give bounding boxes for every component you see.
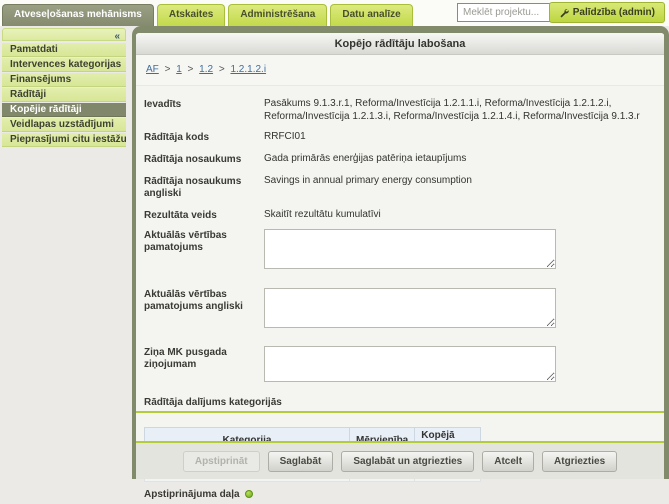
field-raditaja-kods: Rādītāja kods RRFCI01 [144,131,654,144]
breadcrumb-separator: > [219,64,225,75]
page-title: Kopējo rādītāju labošana [136,33,664,55]
saglabat-button[interactable]: Saglabāt [268,451,334,472]
field-value: Savings in annual primary energy consump… [264,175,654,200]
sidebar-menu: « Pamatdati Intervences kategorijas Fina… [0,26,128,148]
sidebar-item-pamatdati[interactable]: Pamatdati [2,43,126,57]
approval-section: Apstiprinājuma daļa [136,482,664,504]
sidebar-header: « [2,28,126,41]
wrench-icon [559,8,569,18]
field-rezultata-veids: Rezultāta veids Skaitīt rezultātu kumula… [144,209,654,222]
sidebar-item-veidlapas-uzstadijumi[interactable]: Veidlapas uzstādījumi [2,118,126,132]
breadcrumb-separator: > [165,64,171,75]
section-divider [136,411,664,413]
field-label: Aktuālās vērtības pamatojums angliski [144,288,264,333]
apstiprinat-button[interactable]: Apstiprināt [183,451,260,472]
field-label: Rādītāja kods [144,131,264,144]
field-label: Ziņa MK pusgada ziņojumam [144,346,264,387]
action-button-bar: Apstiprināt Saglabāt Saglabāt un atgriez… [136,441,664,479]
field-ievadits: Ievadīts Pasākums 9.1.3.r.1, Reforma/Inv… [144,98,654,123]
breadcrumb-link-af[interactable]: AF [146,64,159,75]
field-value: RRFCI01 [264,131,654,144]
breadcrumb: AF > 1 > 1.2 > 1.2.1.2.i [136,55,664,86]
zina-mk-pusgada-zinojumam-textarea[interactable] [264,346,556,382]
main-content-panel: Kopējo rādītāju labošana AF > 1 > 1.2 > … [132,26,669,479]
help-admin-button[interactable]: Palīdzība (admin) [549,2,665,23]
breadcrumb-link-1-2-1-2-i[interactable]: 1.2.1.2.i [230,64,266,75]
field-label: Aktuālās vērtības pamatojums [144,229,264,274]
indicator-form: Ievadīts Pasākums 9.1.3.r.1, Reforma/Inv… [136,86,664,387]
breadcrumb-separator: > [188,64,194,75]
field-label: Rezultāta veids [144,209,264,222]
approval-section-title: Apstiprinājuma daļa [144,489,240,500]
atgriezties-button[interactable]: Atgriezties [542,451,617,472]
field-aktualas-vertibas-pamatojums-angliski: Aktuālās vērtības pamatojums angliski [144,288,654,333]
top-navigation-bar: Atveseļošanas mehānisms Atskaites Admini… [0,0,669,26]
sidebar-item-finansejums[interactable]: Finansējums [2,73,126,87]
help-button-label: Palīdzība (admin) [573,7,655,18]
sidebar-item-pieprasijumi-citu-iestazu-is[interactable]: Pieprasījumi citu iestāžu IS [2,133,126,147]
sidebar-item-raditaji[interactable]: Rādītāji [2,88,126,102]
tab-atskaites[interactable]: Atskaites [157,4,225,26]
field-value: Skaitīt rezultātu kumulatīvi [264,209,654,222]
sidebar-item-kopejie-raditaji[interactable]: Kopējie rādītāji [2,103,126,117]
sidebar-item-intervences-kategorijas[interactable]: Intervences kategorijas [2,58,126,72]
tab-datu-analize[interactable]: Datu analīze [330,4,412,26]
field-label: Rādītāja nosaukums angliski [144,175,264,200]
field-zina-mk-pusgada-zinojumam: Ziņa MK pusgada ziņojumam [144,346,654,387]
field-raditaja-nosaukums-angliski: Rādītāja nosaukums angliski Savings in a… [144,175,654,200]
field-label: Rādītāja nosaukums [144,153,264,166]
field-value: Pasākums 9.1.3.r.1, Reforma/Investīcija … [264,98,654,123]
saglabat-un-atgriezties-button[interactable]: Saglabāt un atgriezties [341,451,474,472]
field-value: Gada primārās enerģijas patēriņa ietaupī… [264,153,654,166]
category-section-title: Rādītāja dalījums kategorijās [136,387,664,411]
field-label: Ievadīts [144,98,264,123]
tab-administresana[interactable]: Administrēšana [228,4,327,26]
nav-tabs: Atveseļošanas mehānisms Atskaites Admini… [2,4,416,26]
atcelt-button[interactable]: Atcelt [482,451,534,472]
field-raditaja-nosaukums: Rādītāja nosaukums Gada primārās enerģij… [144,153,654,166]
tab-atveselosanas-mehanisms[interactable]: Atveseļošanas mehānisms [2,4,154,26]
expand-section-icon[interactable] [245,490,253,498]
aktualas-vertibas-pamatojums-angliski-textarea[interactable] [264,288,556,328]
collapse-sidebar-icon[interactable]: « [114,31,120,42]
breadcrumb-link-1-2[interactable]: 1.2 [199,64,213,75]
field-aktualas-vertibas-pamatojums: Aktuālās vērtības pamatojums [144,229,654,274]
aktualas-vertibas-pamatojums-textarea[interactable] [264,229,556,269]
breadcrumb-link-1[interactable]: 1 [176,64,182,75]
